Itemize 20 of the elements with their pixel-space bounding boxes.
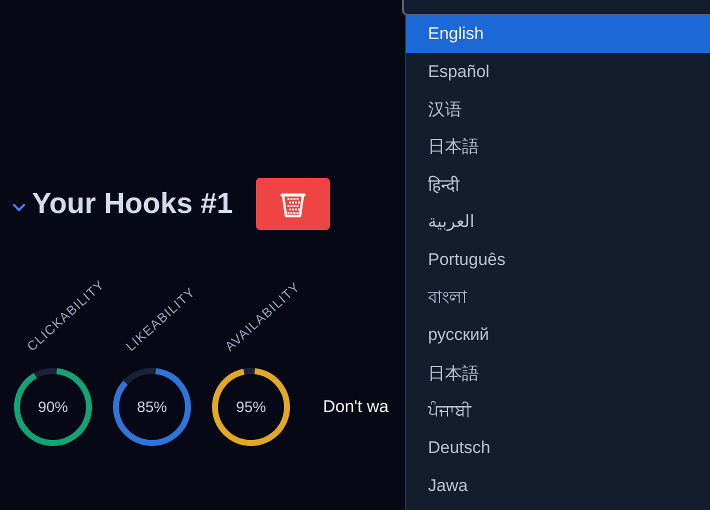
language-option[interactable]: 日本語 <box>406 354 710 392</box>
language-option[interactable]: বাংলা <box>406 278 710 316</box>
chevron-icon[interactable] <box>12 202 26 212</box>
language-option[interactable]: русский <box>406 316 710 354</box>
gauge-reading: 90% <box>38 398 68 416</box>
language-option[interactable]: Deutsch <box>406 430 710 468</box>
gauge-reading: 85% <box>136 398 168 416</box>
language-option[interactable]: Jawa <box>406 467 710 505</box>
language-option[interactable]: 日本語 <box>406 128 710 166</box>
language-option[interactable]: العربية <box>406 203 710 242</box>
language-option[interactable]: 汉语 <box>406 90 710 128</box>
language-option[interactable]: Español <box>406 52 710 90</box>
language-option[interactable]: Português <box>406 241 710 279</box>
language-option[interactable]: English <box>406 15 710 53</box>
delete-button[interactable] <box>256 178 330 230</box>
gauge-reading: 95% <box>236 398 266 416</box>
language-option[interactable]: हिन्दी <box>406 166 710 204</box>
hook-title: Your Hooks #1 <box>32 188 233 220</box>
note-text: Don't wa <box>323 397 389 417</box>
language-option[interactable]: ਪੰਜਾਬੀ <box>406 392 710 430</box>
